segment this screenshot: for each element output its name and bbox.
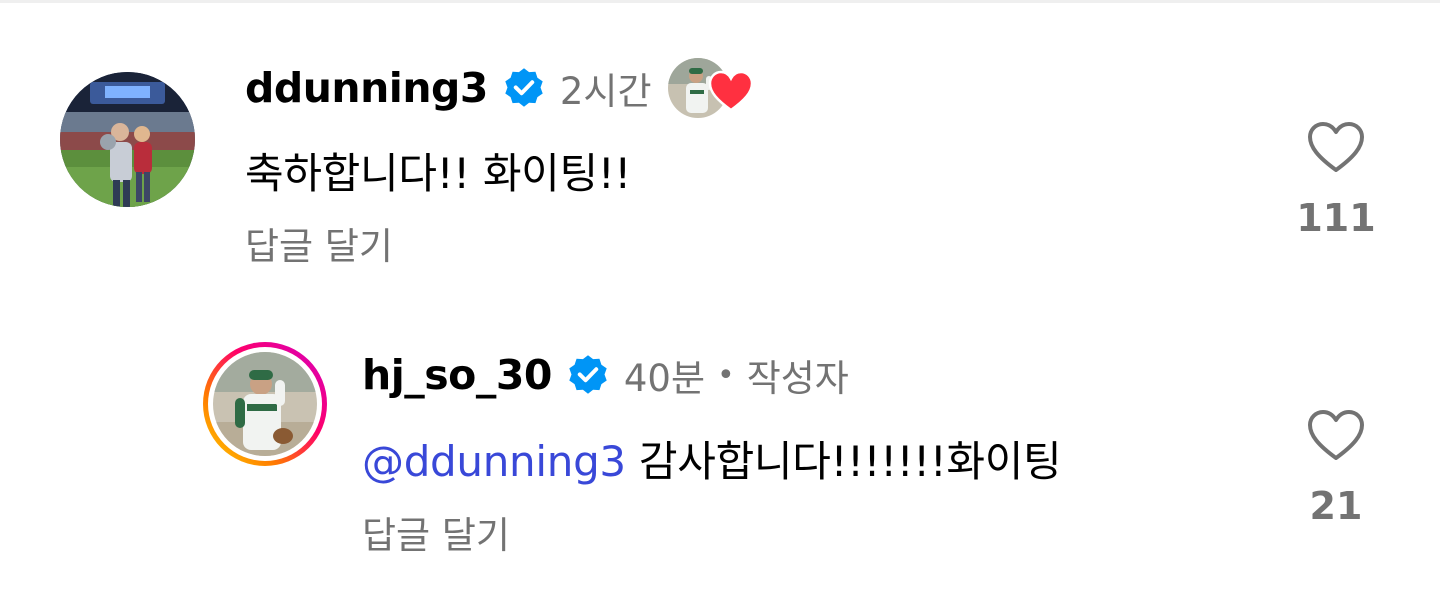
avatar-story-ring[interactable] [203, 342, 327, 466]
like-control: 111 [1296, 120, 1376, 240]
heart-outline-icon[interactable] [1296, 408, 1376, 462]
avatar-ddunning3[interactable] [60, 72, 195, 207]
username[interactable]: hj_so_30 [362, 351, 552, 399]
verified-badge-icon [566, 353, 610, 397]
comment-time: 2시간 [559, 70, 652, 113]
username[interactable]: ddunning3 [245, 64, 488, 112]
comment-header: hj_so_30 40분 • 작성자 [362, 345, 849, 405]
comment-text: @ddunning3 감사합니다!!!!!!!화이팅 [362, 428, 1062, 489]
verified-badge-icon [502, 66, 546, 110]
like-count: 21 [1309, 484, 1363, 528]
like-control: 21 [1296, 408, 1376, 528]
separator-dot: • [717, 357, 735, 393]
comment-text-content: 감사합니다!!!!!!!화이팅 [625, 437, 1062, 486]
mention-link[interactable]: @ddunning3 [362, 437, 626, 486]
heart-outline-icon[interactable] [1296, 120, 1376, 174]
reply-button[interactable]: 답글 달기 [362, 505, 510, 559]
author-liked-badge [667, 58, 760, 118]
author-label: 작성자 [746, 357, 849, 400]
reply-button[interactable]: 답글 달기 [245, 216, 393, 270]
comment-text: 축하합니다!! 화이팅!! [245, 140, 631, 201]
heart-filled-icon [708, 70, 754, 116]
comment-text-content: 축하합니다!! 화이팅!! [245, 149, 631, 198]
top-divider [0, 0, 1440, 3]
comment-header: ddunning3 2시간 [245, 58, 760, 118]
like-count: 111 [1296, 196, 1376, 240]
avatar-hj_so_30 [213, 352, 317, 456]
comment-time: 40분 [623, 357, 705, 400]
